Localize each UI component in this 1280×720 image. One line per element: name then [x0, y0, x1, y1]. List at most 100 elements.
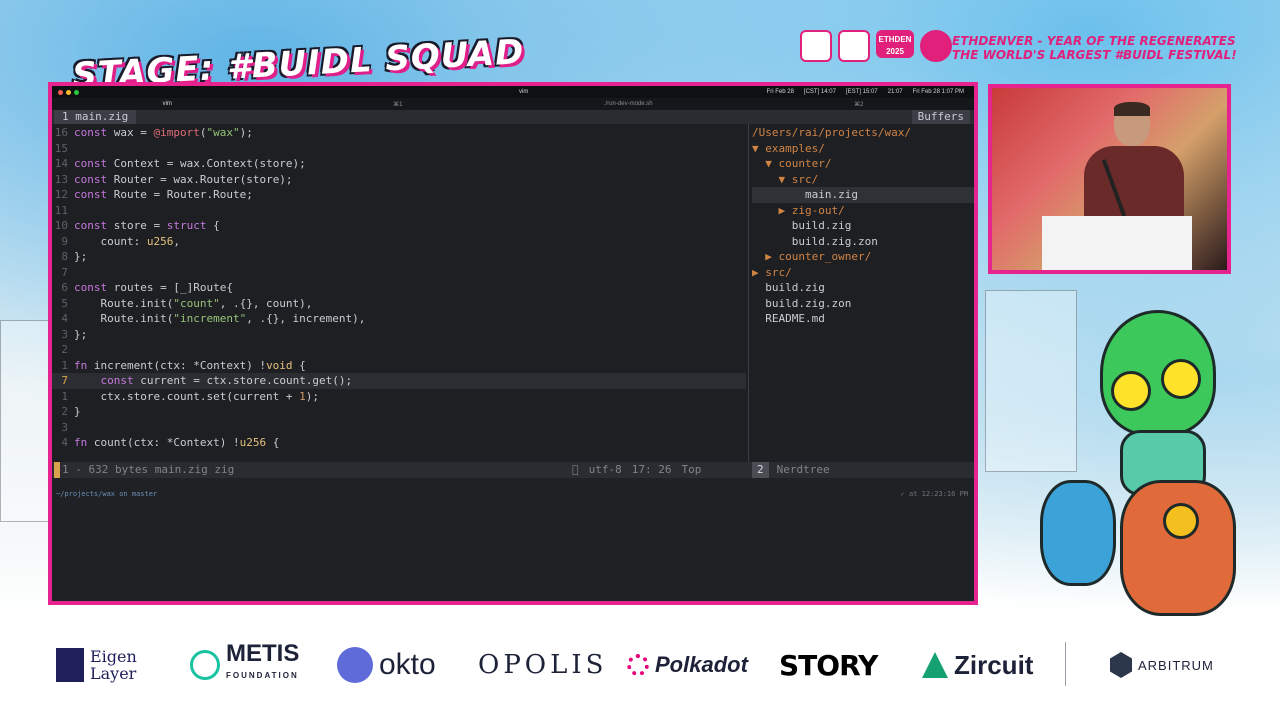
tree-root-path[interactable]: /Users/rai/projects/wax/ — [752, 125, 974, 141]
line-number: 3 — [61, 420, 68, 434]
zircuit-icon — [922, 652, 948, 678]
terminal-window: vim Fri Feb 28 [CST] 14:07 [EST] 15:07 21:0… — [48, 82, 978, 605]
okto-wordmark: okto — [379, 648, 436, 681]
tree-file[interactable]: build.zig.zon — [752, 296, 974, 312]
mascot-eye — [1163, 503, 1199, 539]
tree-folder[interactable]: ▶ zig-out/ — [752, 203, 974, 219]
opolis-wordmark: OPOLIS — [478, 650, 608, 680]
window-controls[interactable] — [52, 89, 79, 95]
tree-file[interactable]: build.zig — [752, 280, 974, 296]
code-line[interactable]: 4 Route.init("increment", .{}, increment… — [52, 311, 746, 327]
code-token: { — [206, 219, 220, 232]
tree-folder[interactable]: ▼ counter/ — [752, 156, 974, 172]
code-line[interactable]: 9 count: u256, — [52, 234, 746, 250]
split-divider[interactable] — [748, 124, 749, 462]
speaker-hair — [1114, 102, 1150, 116]
code-token: @import — [153, 126, 200, 139]
tree-folder[interactable]: ▼ examples/ — [752, 141, 974, 157]
code-line[interactable]: 1 ctx.store.count.set(current + 1); — [52, 389, 746, 405]
code-line[interactable]: 7 — [52, 265, 746, 281]
status-line: 1 - 632 bytes main.zig zig  utf-8 17: 2… — [52, 462, 974, 478]
vim-editor[interactable]: 1 main.zig Buffers 16 const wax = @import… — [52, 110, 974, 478]
code-pane[interactable]: 16 const wax = @import("wax"); 15 14 const C… — [52, 125, 746, 451]
menubar-item[interactable]: Fri Feb 28 1:07 PM — [913, 89, 964, 95]
code-line[interactable]: 8}; — [52, 249, 746, 265]
code-token: const — [74, 188, 108, 201]
event-tagline-line1: ETHDENVER - YEAR OF THE REGENERATES — [952, 34, 1236, 48]
line-number: 8 — [61, 250, 68, 263]
code-token: void — [266, 358, 293, 372]
code-token: 1 — [299, 389, 306, 403]
code-token: Context = wax.Context(store); — [107, 157, 306, 170]
code-line[interactable]: 3}; — [52, 327, 746, 343]
menubar-item[interactable]: 21:07 — [888, 89, 903, 95]
code-token: store = — [107, 219, 167, 232]
tree-file[interactable]: build.zig.zon — [752, 234, 974, 250]
code-line[interactable]: 2 — [52, 342, 746, 358]
orange-mascot — [1120, 480, 1236, 616]
code-token: const — [74, 172, 108, 186]
code-line[interactable]: 1 fn increment(ctx: *Context) !void { — [52, 358, 746, 374]
code-line[interactable]: 10 const store = struct { — [52, 218, 746, 234]
menubar-item[interactable]: [CST] 14:07 — [804, 89, 836, 95]
blue-mascot — [1040, 480, 1116, 586]
code-token: fn — [74, 436, 88, 449]
zoom-dot-icon[interactable] — [74, 89, 79, 95]
code-line[interactable]: 2} — [52, 404, 746, 420]
terminal-tab[interactable]: ⌘1 — [283, 101, 514, 108]
tree-folder[interactable]: ▶ counter_owner/ — [752, 249, 974, 265]
code-token: Route = Router.Route; — [107, 188, 253, 201]
code-line[interactable]: 11 — [52, 203, 746, 219]
code-line[interactable]: 15 — [52, 141, 746, 157]
buffer-tab-main-zig[interactable]: 1 main.zig — [54, 110, 137, 124]
window-name: Nerdtree — [776, 463, 830, 476]
tree-folder[interactable]: ▶ src/ — [752, 265, 974, 281]
line-number: 5 — [61, 296, 68, 310]
speaker-webcam — [988, 84, 1231, 274]
code-line[interactable]: 4 fn count(ctx: *Context) !u256 { — [52, 435, 746, 451]
code-line[interactable]: 14 const Context = wax.Context(store); — [52, 156, 746, 172]
code-line[interactable]: 6 const routes = [_]Route{ — [52, 280, 746, 296]
close-dot-icon[interactable] — [58, 89, 63, 95]
menubar-item[interactable]: Fri Feb 28 — [767, 89, 794, 95]
arbitrum-logo: ARBITRUM — [1110, 640, 1214, 690]
nerdtree-pane[interactable]: /Users/rai/projects/wax/▼ examples/ ▼ co… — [752, 125, 974, 327]
terminal-tab[interactable]: ⌘2 — [744, 101, 975, 108]
terminal-tab[interactable]: ./run-dev-mode.sh — [513, 101, 744, 107]
code-token: } — [74, 405, 81, 418]
line-number: 1 — [61, 358, 68, 372]
line-number: 16 — [54, 126, 68, 139]
code-line[interactable]: 13 const Router = wax.Router(store); — [52, 172, 746, 188]
code-line[interactable]: 3 — [52, 420, 746, 436]
mascot-head — [1100, 310, 1216, 436]
tree-file[interactable]: main.zig — [752, 187, 974, 203]
code-token: }; — [74, 250, 88, 263]
shell-pane[interactable]: ~/projects/wax on master ✓ at 12:23:16 P… — [52, 478, 974, 601]
minimize-dot-icon[interactable] — [66, 89, 71, 95]
terminal-tab[interactable]: vim — [52, 101, 283, 107]
code-token: Router = wax.Router(store); — [107, 172, 293, 186]
opolis-logo: OPOLIS — [478, 640, 607, 690]
line-number: 4 — [61, 436, 68, 449]
terminal-tab-bar: vim ⌘1 ./run-dev-mode.sh ⌘2 — [52, 98, 974, 110]
sketch-building — [0, 320, 50, 522]
menubar-status-items: Fri Feb 28 [CST] 14:07 [EST] 15:07 21:07 Fri… — [767, 89, 974, 95]
tree-folder[interactable]: ▼ src/ — [752, 172, 974, 188]
encoding: utf-8 — [582, 463, 622, 476]
line-number: 2 — [61, 405, 68, 418]
code-token: routes = [_]Route{ — [107, 281, 233, 294]
menubar-item[interactable]: [EST] 15:07 — [846, 89, 878, 95]
scroll-position: Top — [674, 463, 702, 476]
code-line[interactable]: 12 const Route = Router.Route; — [52, 187, 746, 203]
bunny-logo — [800, 30, 832, 62]
polkadot-icon — [627, 654, 649, 676]
tree-file[interactable]: build.zig — [752, 218, 974, 234]
line-number: 12 — [54, 188, 68, 201]
code-line[interactable]: 5 Route.init("count", .{}, count), — [52, 296, 746, 312]
code-token: current = ctx.store.count.get(); — [133, 374, 353, 387]
tree-file[interactable]: README.md — [752, 311, 974, 327]
scroll-logo — [838, 30, 870, 62]
code-line[interactable]: 7 const current = ctx.store.count.get(); — [52, 373, 746, 389]
code-line[interactable]: 16 const wax = @import("wax"); — [52, 125, 746, 141]
